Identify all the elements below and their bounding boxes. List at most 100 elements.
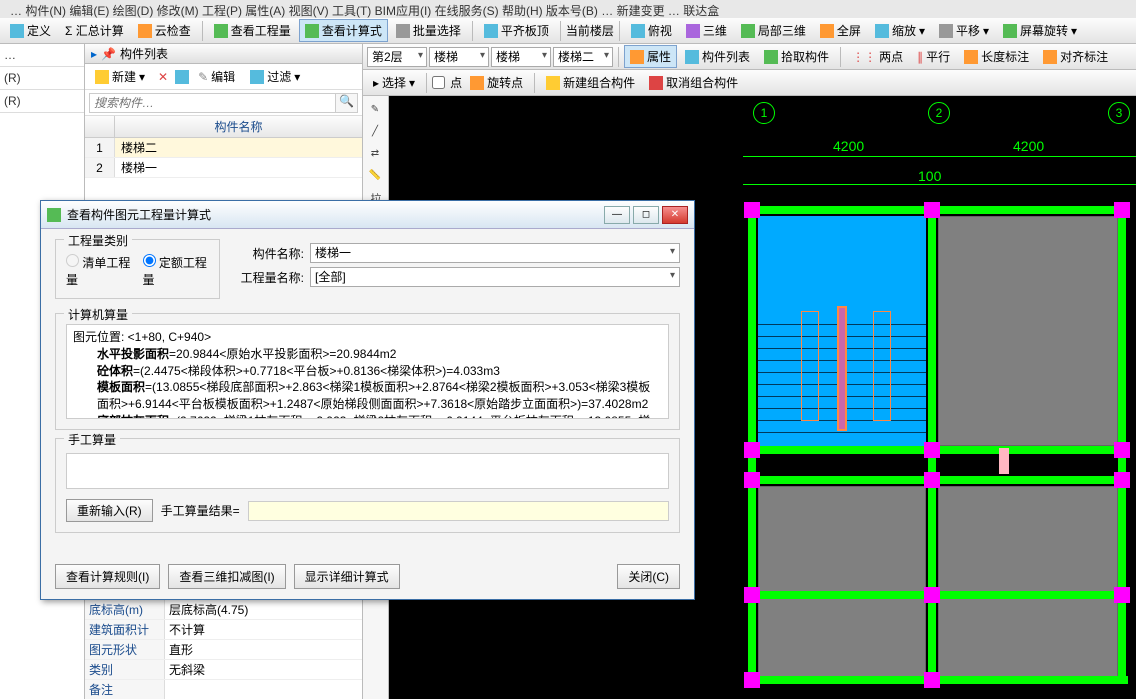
grip-icon[interactable] <box>1114 202 1130 218</box>
table-row[interactable]: 1 楼梯二 <box>85 138 362 158</box>
menubar[interactable]: … 构件(N) 编辑(E) 绘图(D) 修改(M) 工程(P) 属性(A) 视图… <box>0 0 1136 18</box>
category-dropdown[interactable]: 楼梯 <box>429 47 489 67</box>
view-rule-button[interactable]: 查看计算规则(I) <box>55 564 160 589</box>
new-component-button[interactable]: 新建 ▾ <box>89 65 151 88</box>
grip-icon[interactable] <box>1114 472 1130 488</box>
filter-icon <box>250 70 264 84</box>
radio-quota-qty[interactable]: 定额工程量 <box>143 254 210 288</box>
context-toolbar-2: ▸ 选择 ▾ 点 旋转点 新建组合构件 取消组合构件 <box>363 70 1136 96</box>
palette-mirror-icon[interactable]: ⇄ <box>365 144 385 164</box>
edit-button[interactable]: ✎编辑 <box>192 65 241 88</box>
manual-textbox[interactable] <box>66 453 669 489</box>
component-table: 构件名称 1 楼梯二 2 楼梯一 <box>85 116 362 178</box>
component-dropdown[interactable]: 楼梯二 <box>553 47 613 67</box>
properties-button[interactable]: 属性 <box>624 45 677 68</box>
define-button[interactable]: 定义 <box>4 19 57 42</box>
rotate-point-button[interactable]: 旋转点 <box>464 71 529 94</box>
reinput-button[interactable]: 重新输入(R) <box>66 499 153 522</box>
grip-icon[interactable] <box>1114 442 1130 458</box>
grip-icon[interactable] <box>924 442 940 458</box>
fullscreen-button[interactable]: 全屏 <box>814 19 867 42</box>
dialog-close-button[interactable]: 关闭(C) <box>617 564 680 589</box>
nav-item[interactable]: (R) <box>0 67 84 90</box>
prop-row[interactable]: 图元形状直形 <box>85 640 362 660</box>
floor-label: 当前楼层 <box>566 22 614 39</box>
cloud-check-button[interactable]: 云检查 <box>132 19 197 42</box>
two-point-button[interactable]: ⋮⋮两点 <box>846 45 909 68</box>
maximize-button[interactable]: ◻ <box>633 206 659 224</box>
zoom-button[interactable]: 缩放 ▾ <box>869 19 931 42</box>
slab-top-button[interactable]: 平齐板顶 <box>478 19 555 42</box>
prop-row[interactable]: 建筑面积计不计算 <box>85 620 362 640</box>
radio-list-qty[interactable]: 清单工程量 <box>66 254 133 288</box>
subcategory-dropdown[interactable]: 楼梯 <box>491 47 551 67</box>
palette-brush-icon[interactable]: ✎ <box>365 100 385 120</box>
rotate-point-icon <box>470 76 484 90</box>
view-formula-button[interactable]: 查看计算式 <box>299 19 388 42</box>
3d-button[interactable]: 三维 <box>680 19 733 42</box>
align-dim-button[interactable]: 对齐标注 <box>1037 45 1114 68</box>
search-input[interactable] <box>89 93 336 113</box>
grip-icon[interactable] <box>744 672 760 688</box>
grip-icon[interactable] <box>924 472 940 488</box>
dialog-titlebar[interactable]: 查看构件图元工程量计算式 — ◻ ✕ <box>41 201 694 229</box>
grip-icon[interactable] <box>924 587 940 603</box>
prop-row[interactable]: 类别无斜梁 <box>85 660 362 680</box>
select-tool-button[interactable]: ▸ 选择 ▾ <box>367 71 421 94</box>
delete-icon[interactable]: ✕ <box>154 70 172 84</box>
prop-row[interactable]: 备注 <box>85 680 362 699</box>
copy-icon[interactable] <box>175 70 189 84</box>
cancel-combo-icon <box>649 76 663 90</box>
local-3d-button[interactable]: 局部三维 <box>735 19 812 42</box>
pick-component-button[interactable]: 拾取构件 <box>758 45 835 68</box>
grip-icon[interactable] <box>1114 587 1130 603</box>
calc-textbox[interactable]: 图元位置: <1+80, C+940> 水平投影面积=20.9844<原始水平投… <box>66 324 669 419</box>
grip-icon[interactable] <box>924 202 940 218</box>
point-checkbox[interactable] <box>432 76 445 89</box>
nav-item[interactable]: … <box>0 44 84 67</box>
show-detail-button[interactable]: 显示详细计算式 <box>294 564 400 589</box>
slab <box>938 486 1118 681</box>
ruler-icon <box>964 50 978 64</box>
screen-rotate-button[interactable]: 屏幕旋转 ▾ <box>997 19 1083 42</box>
grip-icon[interactable] <box>744 472 760 488</box>
dialog-title-text: 查看构件图元工程量计算式 <box>67 206 601 223</box>
comp-name-dropdown[interactable]: 楼梯一 <box>310 243 680 263</box>
qty-name-dropdown[interactable]: [全部] <box>310 267 680 287</box>
length-dim-button[interactable]: 长度标注 <box>958 45 1035 68</box>
slab <box>938 216 1118 446</box>
table-row[interactable]: 2 楼梯一 <box>85 158 362 178</box>
align-dim-icon <box>1043 50 1057 64</box>
sum-calc-button[interactable]: Σ 汇总计算 <box>59 19 130 42</box>
new-combo-button[interactable]: 新建组合构件 <box>540 71 641 94</box>
grip-icon[interactable] <box>744 587 760 603</box>
cancel-combo-button[interactable]: 取消组合构件 <box>643 71 744 94</box>
pin-icon[interactable]: 📌 <box>101 47 116 61</box>
palette-measure-icon[interactable]: 📏 <box>365 166 385 186</box>
component-list-button[interactable]: 构件列表 <box>679 45 756 68</box>
grip-icon[interactable] <box>924 672 940 688</box>
prop-row[interactable]: 底标高(m)层底标高(4.75) <box>85 600 362 620</box>
grip-icon[interactable] <box>744 202 760 218</box>
view-3d-deduct-button[interactable]: 查看三维扣减图(I) <box>168 564 285 589</box>
component-toolbar: 新建 ▾ ✕ ✎编辑 过滤 ▾ <box>85 64 362 90</box>
ortho-button[interactable]: 俯视 <box>625 19 678 42</box>
parallel-button[interactable]: ∥平行 <box>911 45 956 68</box>
nav-item[interactable]: (R) <box>0 90 84 113</box>
manual-result-label: 手工算量结果= <box>161 502 240 519</box>
floor-dropdown[interactable]: 第2层 <box>367 47 427 67</box>
calc-legend: 计算机算量 <box>64 306 132 323</box>
search-button[interactable]: 🔍 <box>336 93 358 113</box>
close-button[interactable]: ✕ <box>662 206 688 224</box>
slab-icon <box>484 24 498 38</box>
manual-result-field[interactable] <box>248 501 669 521</box>
filter-button[interactable]: 过滤 ▾ <box>244 65 306 88</box>
column-header-name[interactable]: 构件名称 <box>115 116 362 137</box>
minimize-button[interactable]: — <box>604 206 630 224</box>
batch-select-button[interactable]: 批量选择 <box>390 19 467 42</box>
pan-button[interactable]: 平移 ▾ <box>933 19 995 42</box>
palette-line-icon[interactable]: ╱ <box>365 122 385 142</box>
grip-icon[interactable] <box>744 442 760 458</box>
view-qty-button[interactable]: 查看工程量 <box>208 19 297 42</box>
formula-icon <box>305 24 319 38</box>
